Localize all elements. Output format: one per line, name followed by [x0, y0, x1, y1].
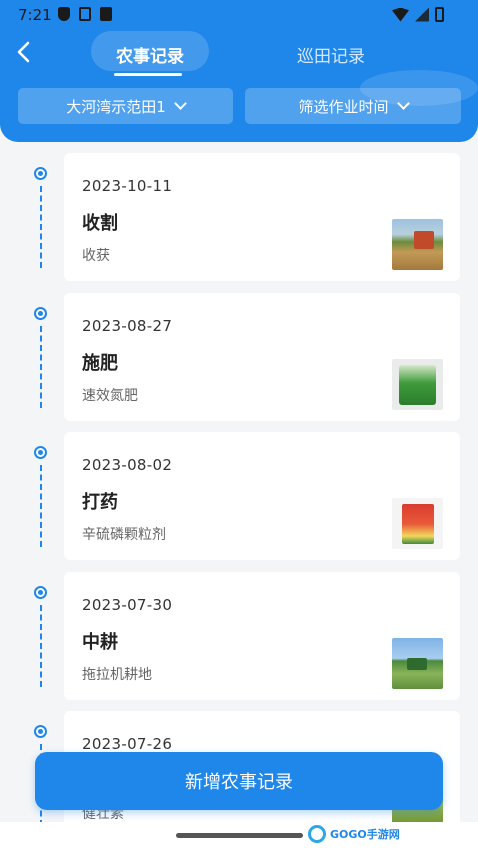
record-date: 2023-10-11 [82, 177, 173, 195]
fertilizer-bag-photo-icon[interactable] [392, 359, 443, 410]
chevron-down-icon [396, 97, 410, 110]
field-filter-dropdown[interactable]: 大河湾示范田1 [18, 88, 233, 124]
timeline-line [40, 605, 42, 687]
watermark-text: GOGO手游网 [330, 828, 400, 841]
record-card[interactable]: 2023-08-27 施肥 速效氮肥 [64, 293, 460, 421]
pesticide-pack-photo-icon[interactable] [392, 498, 443, 549]
field-filter-label: 大河湾示范田1 [66, 97, 166, 116]
record-detail: 辛硫磷颗粒剂 [82, 527, 166, 543]
chevron-down-icon [173, 97, 187, 110]
record-date: 2023-08-27 [82, 317, 173, 335]
record-card[interactable]: 2023-10-11 收割 收获 [64, 153, 460, 281]
add-farming-record-button[interactable]: 新增农事记录 [35, 752, 443, 810]
record-date: 2023-07-30 [82, 596, 173, 614]
timeline-dot-icon [34, 167, 47, 180]
tab-underline [114, 73, 182, 76]
status-time: 7:21 [18, 6, 52, 24]
status-bar: 7:21 [0, 0, 478, 30]
battery-icon [435, 7, 444, 22]
sd-card-icon [100, 7, 112, 21]
home-indicator[interactable] [176, 833, 303, 838]
timeline-dot-icon [34, 725, 47, 738]
record-date: 2023-07-26 [82, 735, 173, 753]
record-task: 打药 [82, 492, 118, 513]
timeline-line [40, 326, 42, 408]
tab-patrol-records[interactable]: 巡田记录 [297, 42, 365, 67]
tractor-photo-icon[interactable] [392, 638, 443, 689]
record-task: 中耕 [82, 632, 118, 653]
timeline-item: 2023-07-30 中耕 拖拉机耕地 [0, 572, 478, 700]
add-button-label: 新增农事记录 [185, 772, 293, 793]
time-filter-label: 筛选作业时间 [298, 97, 389, 116]
chevron-left-icon [17, 41, 30, 63]
wifi-icon [392, 7, 409, 22]
record-card[interactable]: 2023-07-30 中耕 拖拉机耕地 [64, 572, 460, 700]
record-date: 2023-08-02 [82, 456, 173, 474]
record-detail: 速效氮肥 [82, 388, 138, 404]
record-card[interactable]: 2023-08-02 打药 辛硫磷颗粒剂 [64, 432, 460, 560]
system-nav-bar: GOGO手游网 [0, 822, 478, 850]
timeline-dot-icon [34, 446, 47, 459]
tab-farming-records[interactable]: 农事记录 [116, 42, 184, 67]
notification-icons [58, 7, 112, 21]
signal-icon [415, 7, 429, 22]
system-icons [392, 7, 444, 22]
record-detail: 拖拉机耕地 [82, 667, 152, 683]
record-detail: 收获 [82, 248, 110, 264]
timeline-item: 2023-08-02 打药 辛硫磷颗粒剂 [0, 432, 478, 560]
watermark: GOGO手游网 [308, 822, 400, 846]
timeline-line [40, 465, 42, 547]
timeline-dot-icon [34, 586, 47, 599]
timeline-item: 2023-10-11 收割 收获 [0, 153, 478, 281]
clipboard-icon [79, 7, 91, 21]
timeline-dot-icon [34, 307, 47, 320]
timeline-line [40, 186, 42, 268]
record-task: 施肥 [82, 353, 118, 374]
harvester-photo-icon[interactable] [392, 219, 443, 270]
app-header: 7:21 农事记录 巡田记录 大河湾示范田1 筛选作业时间 [0, 0, 478, 142]
back-button[interactable] [10, 38, 38, 66]
timeline-item: 2023-08-27 施肥 速效氮肥 [0, 293, 478, 421]
record-task: 收割 [82, 213, 118, 234]
shield-icon [58, 7, 70, 21]
time-filter-dropdown[interactable]: 筛选作业时间 [245, 88, 461, 124]
watermark-logo-icon [308, 825, 326, 843]
